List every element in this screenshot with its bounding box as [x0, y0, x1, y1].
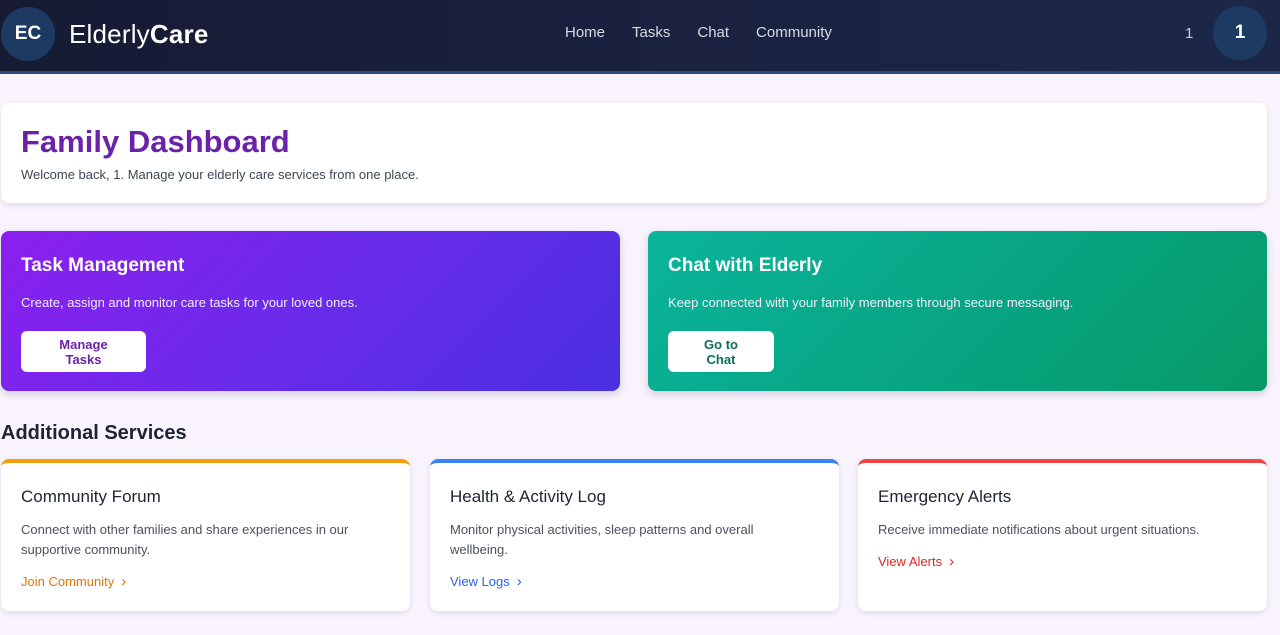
- manage-tasks-button[interactable]: Manage Tasks: [21, 331, 146, 372]
- view-logs-link[interactable]: View Logs ›: [450, 574, 522, 589]
- nav-link-community[interactable]: Community: [756, 24, 832, 41]
- page-title: Family Dashboard: [21, 124, 290, 159]
- logo-badge[interactable]: EC: [1, 7, 55, 61]
- community-forum-title: Community Forum: [21, 487, 161, 506]
- chevron-right-icon: ›: [949, 553, 955, 570]
- community-forum-card: Community Forum Connect with other famil…: [1, 459, 410, 611]
- chevron-right-icon: ›: [516, 573, 522, 590]
- logo-wordmark[interactable]: ElderlyCare: [69, 19, 209, 50]
- avatar[interactable]: 1: [1213, 6, 1267, 60]
- view-logs-label: View Logs: [450, 574, 510, 589]
- emergency-alerts-description: Receive immediate notifications about ur…: [878, 522, 1200, 537]
- join-community-link[interactable]: Join Community ›: [21, 574, 126, 589]
- join-community-label: Join Community: [21, 574, 115, 589]
- chat-card-title: Chat with Elderly: [668, 255, 823, 276]
- navbar: EC ElderlyCare Home Tasks Chat Community…: [0, 0, 1280, 74]
- chevron-right-icon: ›: [121, 573, 127, 590]
- health-log-description: Monitor physical activities, sleep patte…: [450, 522, 754, 557]
- task-management-card: Task Management Create, assign and monit…: [1, 231, 620, 391]
- chat-with-elderly-card: Chat with Elderly Keep connected with yo…: [648, 231, 1267, 391]
- nav-link-home[interactable]: Home: [565, 24, 605, 41]
- additional-services-heading: Additional Services: [1, 422, 187, 444]
- nav-link-chat[interactable]: Chat: [697, 24, 729, 41]
- emergency-alerts-card: Emergency Alerts Receive immediate notif…: [858, 459, 1267, 611]
- page-subtitle: Welcome back, 1. Manage your elderly car…: [21, 167, 419, 182]
- nav-link-tasks[interactable]: Tasks: [632, 24, 670, 41]
- health-activity-log-card: Health & Activity Log Monitor physical a…: [430, 459, 839, 611]
- community-forum-description: Connect with other families and share ex…: [21, 522, 349, 557]
- view-alerts-link[interactable]: View Alerts ›: [878, 554, 954, 569]
- logo-text-bold: Care: [149, 19, 209, 49]
- emergency-alerts-title: Emergency Alerts: [878, 487, 1012, 506]
- task-management-description: Create, assign and monitor care tasks fo…: [21, 295, 358, 310]
- health-log-title: Health & Activity Log: [450, 487, 606, 506]
- dashboard-header-card: Family Dashboard Welcome back, 1. Manage…: [1, 103, 1267, 203]
- view-alerts-label: View Alerts: [878, 554, 943, 569]
- go-to-chat-button[interactable]: Go to Chat: [668, 331, 774, 372]
- task-management-title: Task Management: [21, 255, 185, 276]
- chat-card-description: Keep connected with your family members …: [668, 295, 1074, 310]
- user-name-label: 1: [1185, 25, 1194, 42]
- logo-text-light: Elderly: [69, 19, 150, 49]
- main-nav: Home Tasks Chat Community: [565, 24, 832, 41]
